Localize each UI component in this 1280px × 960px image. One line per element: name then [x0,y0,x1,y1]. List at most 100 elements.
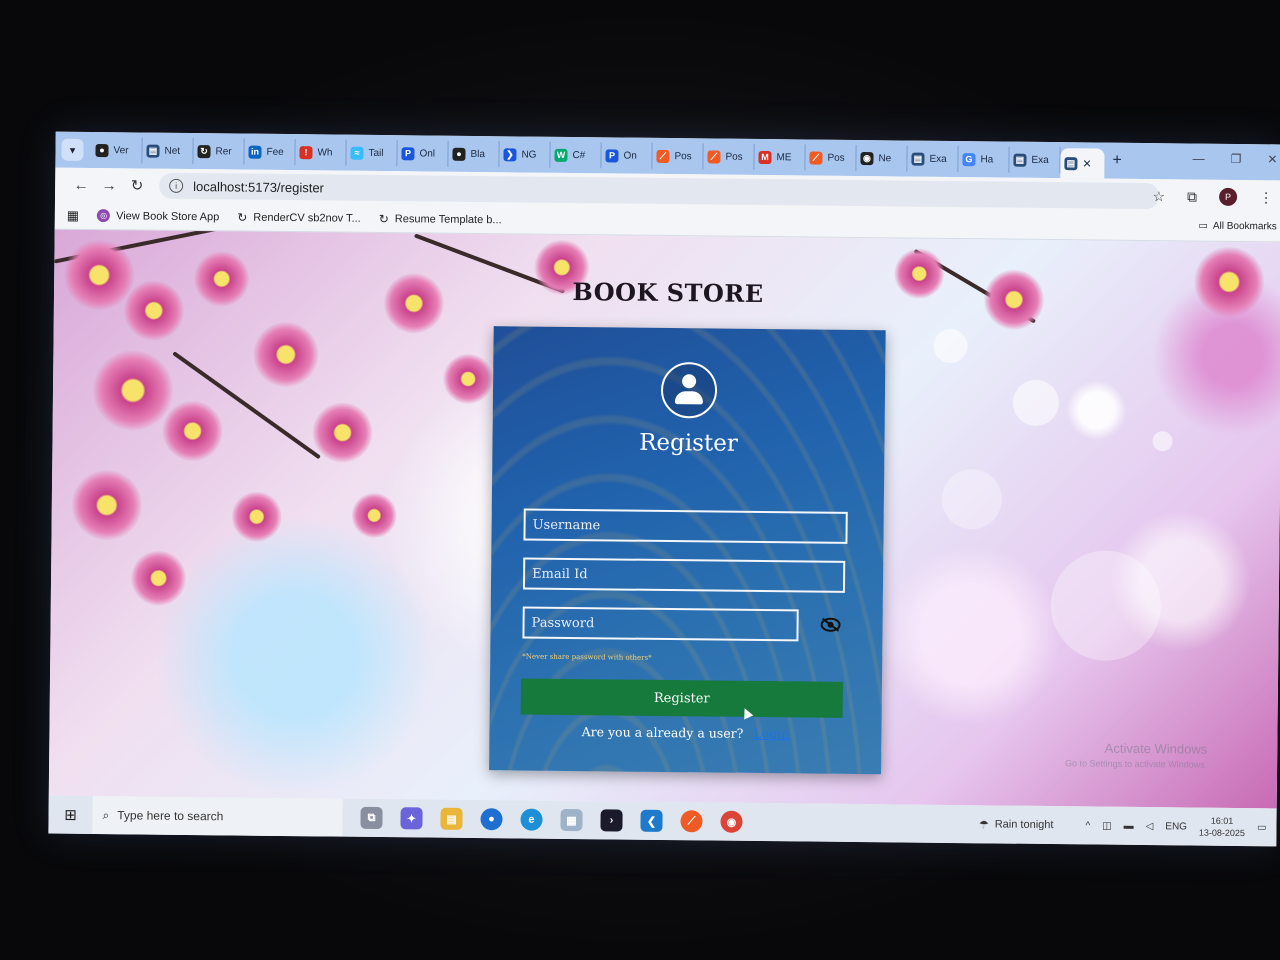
nav-right-actions: ☆ ⧉ P ⋮ [1152,187,1273,206]
minimize-icon[interactable]: — [1193,151,1205,165]
tab-label: Exa [1031,154,1049,166]
toggle-password-visibility-icon[interactable] [820,617,841,633]
site-info-icon[interactable]: i [169,178,184,193]
clock[interactable]: 16:01 13-08-2025 [1199,815,1245,839]
back-icon[interactable]: ← [67,176,95,193]
tab-item[interactable]: ▤ Exa [1009,146,1061,174]
menu-icon[interactable]: ⋮ [1259,189,1273,206]
gmail-icon: M [758,150,772,164]
new-tab-button[interactable]: + [1112,152,1122,170]
blossom-decoration [71,469,143,541]
bookmark-item[interactable]: ◎ View Book Store App [97,209,219,223]
w3-icon: W [554,148,568,162]
render-icon: ↻ [237,209,248,225]
copilot-icon[interactable]: ✦ [400,807,423,830]
blossom-decoration [253,321,319,388]
tab-item[interactable]: ⟋ Pos [652,142,704,170]
blossom-decoration [442,353,494,405]
tab-item[interactable]: G Ha [958,146,1010,173]
tab-item[interactable]: W C# [550,141,602,169]
tab-label: Rer [215,145,232,157]
umbrella-icon: ☂ [978,818,989,831]
tab-item[interactable]: P Onl [397,140,449,167]
google-icon: G [962,152,976,166]
bookmark-item[interactable]: ↻ Resume Template b... [379,211,502,226]
notification-icon[interactable]: ▭ [1257,822,1267,833]
file-explorer-icon[interactable]: ▤ [440,807,463,830]
postman-icon[interactable]: ⟋ [680,810,703,833]
render-icon: ↻ [378,211,389,226]
tab-item[interactable]: in Fee [244,138,296,166]
volume-icon[interactable]: ◁ [1146,821,1154,832]
email-input[interactable] [522,557,846,593]
reload-icon[interactable]: ↻ [123,176,151,194]
blossom-decoration [130,550,187,606]
taskbar-search[interactable]: ⌕ Type here to search [92,796,343,837]
register-button[interactable]: Register [520,678,843,718]
language-indicator[interactable]: ENG [1165,821,1187,832]
tab-label: Net [164,145,181,157]
bokeh-decoration [933,328,968,364]
all-bookmarks[interactable]: ▭ All Bookmarks [1198,221,1276,233]
windows-start-icon[interactable]: ⊞ [48,806,92,824]
profile-avatar[interactable]: P [1218,187,1238,206]
tab-item[interactable]: ▤ Net [142,137,194,165]
tab-item[interactable]: M ME [754,143,806,171]
tab-item[interactable]: ◉ Ne [856,144,908,172]
clock-time: 16:01 [1210,815,1234,826]
restore-icon[interactable]: ❐ [1231,152,1242,166]
tab-label: Exa [929,153,947,165]
vscode-icon[interactable]: ❮ [640,809,663,832]
chrome-icon[interactable]: ◉ [720,810,743,833]
password-input[interactable] [522,606,799,642]
tab-list: ● Ver ▤ Net ↻ Rer in Fee! Wh ≈ Tail P Onl ● Bla ❯ NG W C# P… [91,136,1061,174]
battery-icon[interactable]: ▬ [1124,820,1134,831]
tab-label: Tail [368,147,384,159]
tab-item[interactable]: ≈ Tail [346,139,398,167]
login-link[interactable]: Login [753,726,789,741]
bookmark-label: View Book Store App [116,209,220,223]
taskbar-apps: ⧉ ✦ ▤ ● e ▦ › ❮ ⟋ ◉ [360,806,743,833]
bookmark-item[interactable]: ↻ RenderCV sb2nov T... [237,210,361,225]
apps-grid-icon[interactable]: ▦ [67,207,79,223]
forward-icon[interactable]: → [95,177,123,194]
task-view-icon[interactable]: ⧉ [360,806,383,830]
chevron-up-icon[interactable]: ^ [1085,820,1090,831]
tab-item[interactable]: ↻ Rer [193,138,245,165]
tab-item[interactable]: ⟋ Pos [805,144,857,171]
postman-icon: ⟋ [656,149,670,163]
tab-item[interactable]: ● Bla [448,140,500,168]
clock-date: 13-08-2025 [1198,827,1246,839]
tab-label: ME [776,151,792,163]
page-background: BOOK STORE Register *Never share passwor… [48,229,1280,809]
weather-widget[interactable]: ☂ Rain tonight [979,818,1054,832]
blossom-decoration [92,349,174,431]
folder-icon: ▭ [1198,220,1208,232]
network-icon[interactable]: ◫ [1102,820,1112,831]
activate-windows-subtitle: Go to Settings to activate Windows. [1065,758,1208,770]
extensions-icon[interactable]: ⧉ [1187,188,1197,205]
tab-item[interactable]: ● Ver [91,136,143,164]
close-tab-icon[interactable]: ✕ [1082,157,1091,170]
tab-search-button[interactable]: ▾ [61,138,84,161]
screen: ▾ ● Ver ▤ Net ↻ Rer in Fee! Wh ≈ Tail P Onl ● Bla ❯ NG W C… [48,131,1280,847]
tab-active[interactable]: ▤ ✕ [1060,148,1105,179]
zoom-icon[interactable]: ● [480,808,503,831]
tab-label: Fee [266,146,284,158]
username-input[interactable] [523,508,848,544]
store-icon: ▤ [911,152,925,166]
tab-item[interactable]: ! Wh [295,139,347,166]
tab-item[interactable]: ⟋ Pos [703,143,755,170]
search-icon: ⌕ [102,807,110,822]
bookmark-star-icon[interactable]: ☆ [1152,188,1165,205]
terminal-icon[interactable]: › [600,809,623,832]
close-window-icon[interactable]: ✕ [1267,152,1277,166]
tab-item[interactable]: ❯ NG [499,141,551,168]
app-icon[interactable]: ▦ [560,808,583,832]
tab-item[interactable]: P On [601,142,653,169]
tab-item[interactable]: ▤ Exa [907,145,959,173]
edge-icon[interactable]: e [520,808,543,831]
register-card: Register *Never share password with othe… [489,326,886,775]
render-icon: ↻ [197,144,211,158]
form-title: Register [639,429,738,457]
